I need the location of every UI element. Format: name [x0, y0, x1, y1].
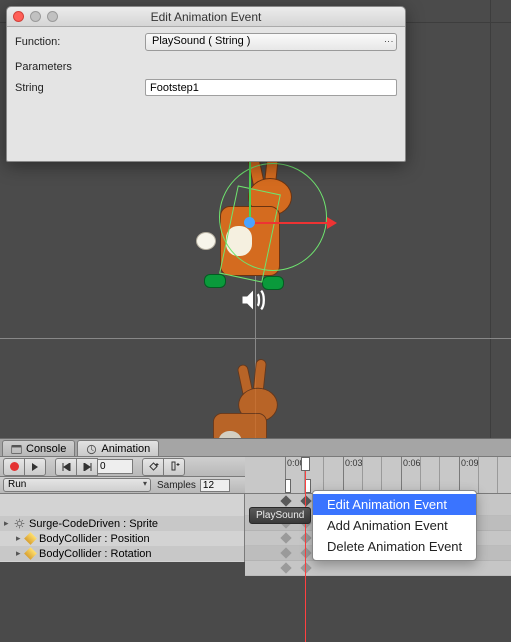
hierarchy-item[interactable]: BodyCollider : Rotation: [39, 548, 152, 560]
play-button[interactable]: [24, 458, 46, 476]
key-icon: [24, 547, 37, 560]
next-key-button[interactable]: [76, 458, 98, 476]
add-keyframe-button[interactable]: [142, 458, 164, 476]
minimize-icon: [30, 11, 41, 22]
string-label: String: [15, 82, 145, 94]
tick-label: 0:06: [403, 458, 421, 468]
record-button[interactable]: [3, 458, 25, 476]
playhead[interactable]: [305, 457, 306, 642]
tick-label: 0:09: [461, 458, 479, 468]
key-icon: [24, 532, 37, 545]
audio-source-icon: [239, 286, 267, 317]
timeline-ruler[interactable]: 0:00 0:03 0:06 0:09: [245, 457, 511, 494]
parameters-heading: Parameters: [15, 61, 397, 73]
close-icon[interactable]: [13, 11, 24, 22]
playhead-handle[interactable]: [301, 457, 310, 471]
samples-label: Samples: [157, 480, 196, 491]
function-dropdown[interactable]: PlaySound ( String ): [145, 33, 397, 51]
dialog-titlebar[interactable]: Edit Animation Event: [7, 7, 405, 27]
context-menu-item-edit[interactable]: Edit Animation Event: [313, 494, 476, 515]
hierarchy-item[interactable]: BodyCollider : Position: [39, 533, 150, 545]
context-menu-item-add[interactable]: Add Animation Event: [313, 515, 476, 536]
dialog-title: Edit Animation Event: [7, 10, 405, 24]
context-menu-item-delete[interactable]: Delete Animation Event: [313, 536, 476, 557]
timeline[interactable]: 0:00 0:03 0:06 0:09: [245, 494, 511, 562]
animation-icon: [86, 444, 97, 455]
gizmo-x-arrow[interactable]: [249, 222, 329, 224]
function-label: Function:: [15, 36, 145, 48]
zoom-icon: [47, 11, 58, 22]
tab-console[interactable]: Console: [2, 440, 75, 456]
samples-field[interactable]: [200, 479, 230, 492]
string-input[interactable]: [145, 79, 397, 96]
event-tooltip: PlaySound: [249, 507, 311, 524]
property-hierarchy[interactable]: ▸Surge-CodeDriven : Sprite ▸BodyCollider…: [0, 494, 245, 562]
gizmo-origin[interactable]: [244, 217, 255, 228]
frame-field[interactable]: [97, 459, 133, 474]
hierarchy-root[interactable]: Surge-CodeDriven : Sprite: [29, 518, 158, 530]
add-event-button[interactable]: [163, 458, 185, 476]
edit-animation-event-dialog: Edit Animation Event Function: PlaySound…: [6, 6, 406, 162]
prev-key-button[interactable]: [55, 458, 77, 476]
animation-panel: Console Animation Run Samples: [0, 438, 511, 562]
tick-label: 0:03: [345, 458, 363, 468]
tab-animation-label: Animation: [101, 443, 150, 455]
tab-console-label: Console: [26, 443, 66, 455]
tab-animation[interactable]: Animation: [77, 440, 159, 456]
context-menu: Edit Animation Event Add Animation Event…: [312, 490, 477, 561]
console-icon: [11, 444, 22, 455]
clip-dropdown[interactable]: Run: [3, 478, 151, 492]
animation-event-marker[interactable]: [285, 479, 291, 493]
gear-icon: [14, 518, 25, 529]
